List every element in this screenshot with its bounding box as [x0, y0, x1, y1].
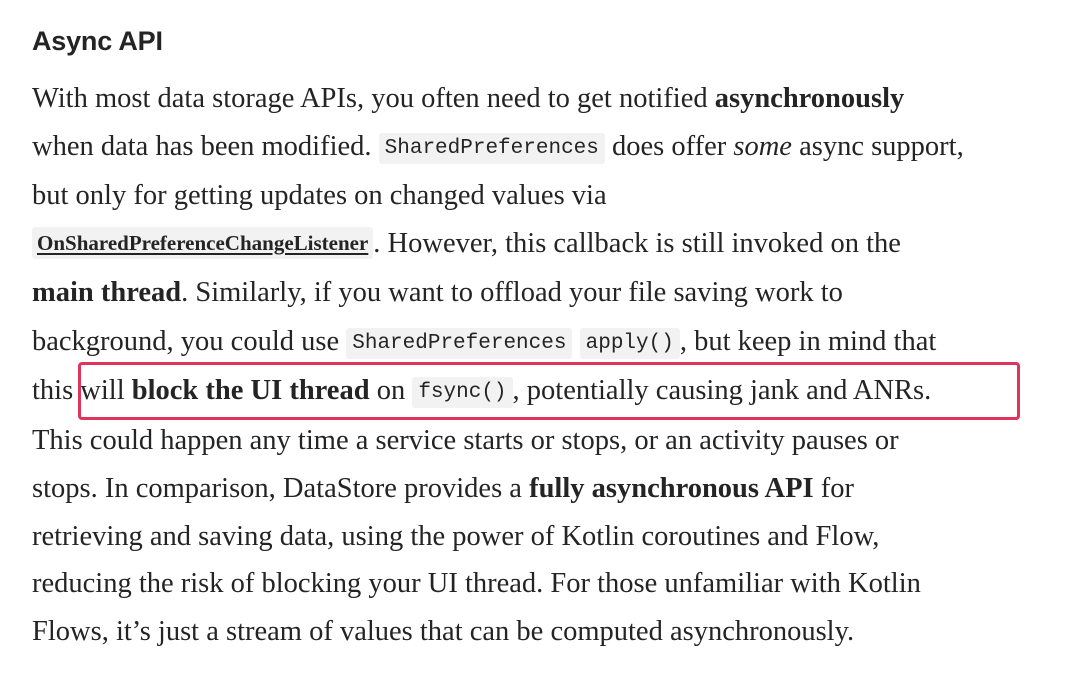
text: async support, — [791, 131, 964, 162]
section-heading: Async API — [32, 26, 163, 56]
paragraph-line-7: this will block the UI thread on fsync()… — [32, 371, 931, 411]
text: but only for getting updates on changed … — [32, 180, 607, 211]
paragraph-line-6: background, you could use SharedPreferen… — [32, 322, 936, 362]
text: reducing the risk of blocking your UI th… — [32, 568, 921, 599]
text: when data has been modified. — [32, 131, 379, 162]
inline-code: SharedPreferences — [346, 328, 573, 359]
text: stops. In comparison, DataStore provides… — [32, 473, 530, 504]
paragraph-line-12: Flows, it’s just a stream of values that… — [32, 612, 854, 652]
text: . Similarly, if you want to offload your… — [181, 277, 843, 308]
paragraph-line-2: when data has been modified. SharedPrefe… — [32, 127, 964, 167]
text: on — [369, 375, 413, 406]
bold-text: block the UI thread — [131, 375, 370, 406]
paragraph-line-3: but only for getting updates on changed … — [32, 176, 607, 216]
text: background, you could use — [32, 326, 347, 357]
inline-code: fsync() — [412, 377, 513, 408]
text: does offer — [604, 131, 734, 162]
paragraph-line-8: This could happen any time a service sta… — [32, 421, 899, 461]
bold-text: asynchronously — [714, 83, 905, 114]
italic-text: some — [733, 131, 792, 162]
paragraph-line-5: main thread. Similarly, if you want to o… — [32, 273, 843, 313]
text: this will — [32, 375, 132, 406]
paragraph-line-9: stops. In comparison, DataStore provides… — [32, 469, 854, 509]
paragraph-line-1: With most data storage APIs, you often n… — [32, 79, 904, 119]
text: , potentially causing jank and ANRs. — [512, 375, 932, 406]
bold-text: main thread — [32, 277, 182, 308]
inline-code: SharedPreferences — [378, 133, 605, 164]
paragraph-line-4: OnSharedPreferenceChangeListener. Howeve… — [32, 224, 901, 264]
text: With most data storage APIs, you often n… — [32, 83, 715, 114]
paragraph-line-11: reducing the risk of blocking your UI th… — [32, 564, 921, 604]
text: retrieving and saving data, using the po… — [32, 521, 880, 552]
text: , but keep in mind that — [679, 326, 937, 357]
text: . However, this callback is still invoke… — [373, 228, 901, 259]
inline-code: apply() — [579, 328, 680, 359]
text: This could happen any time a service sta… — [32, 425, 899, 456]
text: for — [813, 473, 854, 504]
listener-link[interactable]: OnSharedPreferenceChangeListener — [32, 227, 374, 259]
bold-text: fully asynchronous API — [529, 473, 814, 504]
paragraph-line-10: retrieving and saving data, using the po… — [32, 517, 879, 557]
text: Flows, it’s just a stream of values that… — [32, 616, 855, 647]
